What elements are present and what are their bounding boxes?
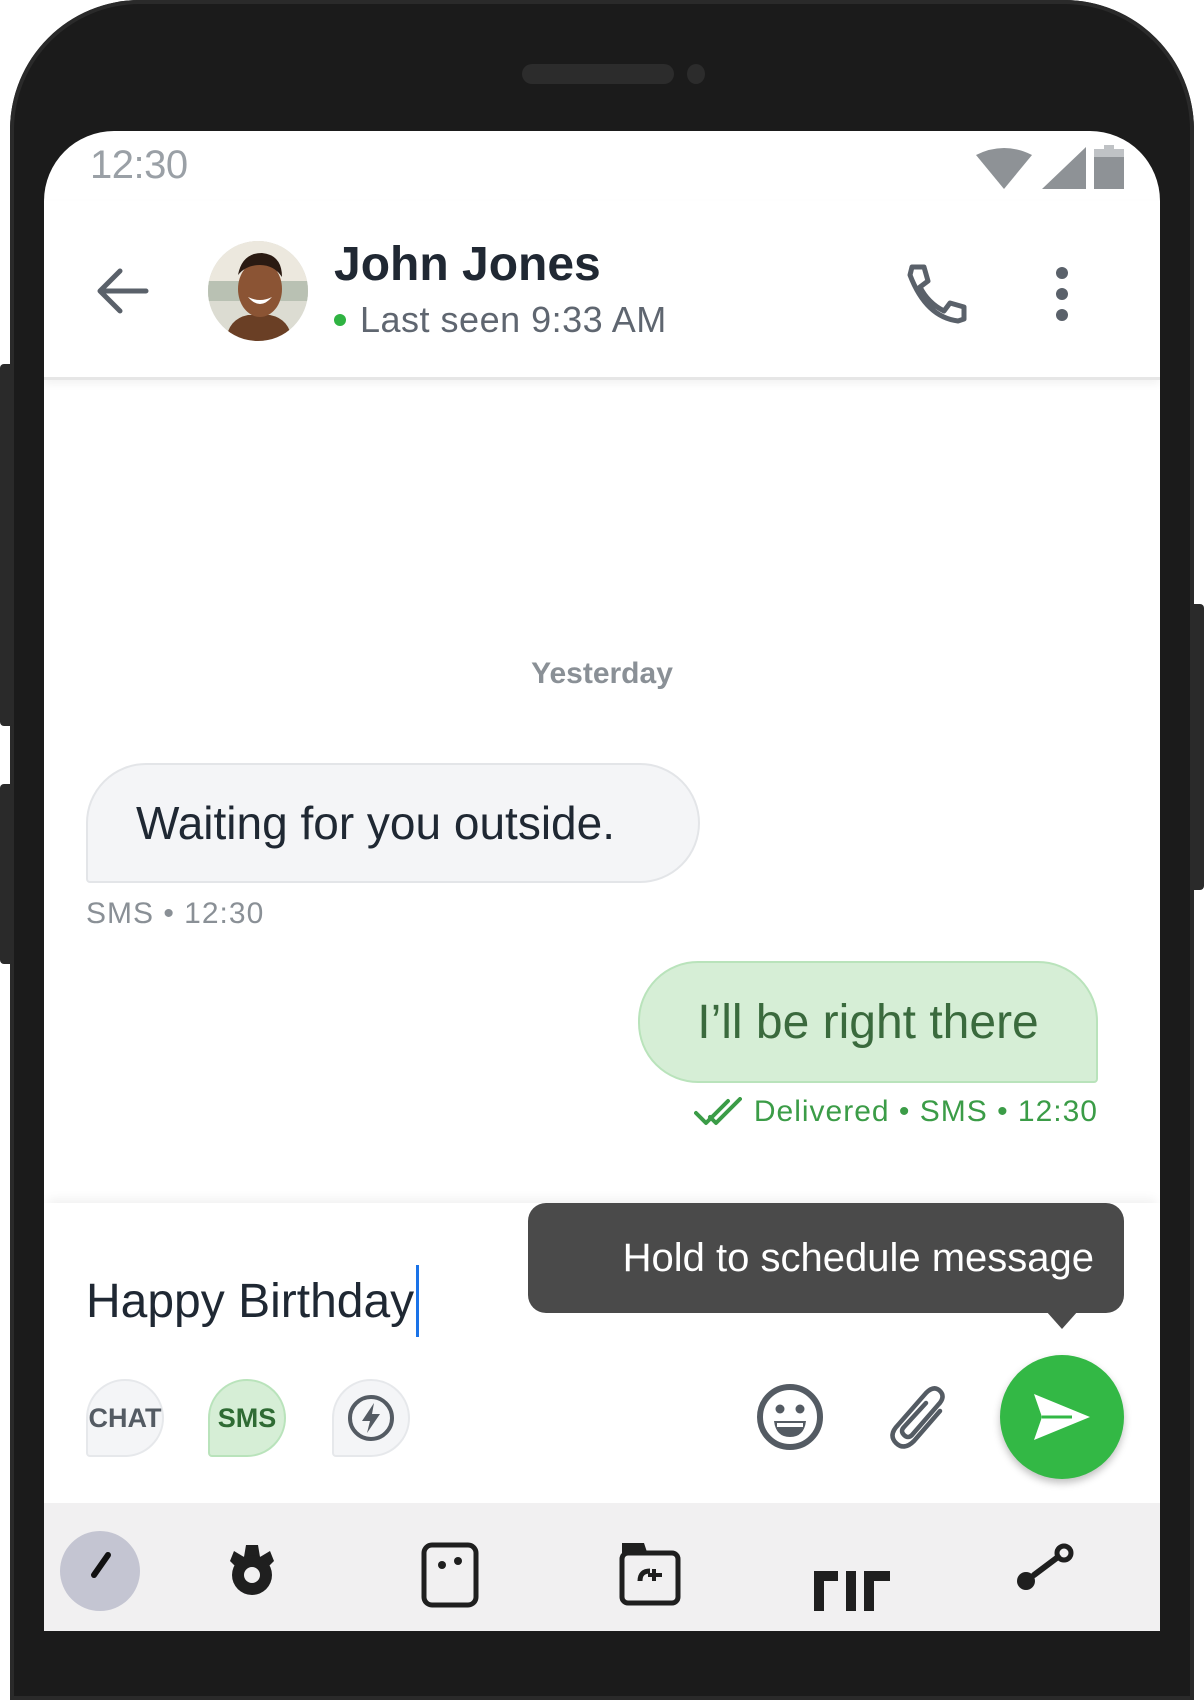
keyboard-share-button[interactable]: [1004, 1531, 1084, 1611]
keyboard-sticker-button[interactable]: [410, 1531, 490, 1611]
message-text: Waiting for you outside.: [136, 797, 615, 849]
front-camera: [687, 64, 705, 84]
send-icon: [1034, 1394, 1090, 1440]
outgoing-message-meta: Delivered • SMS • 12:30: [693, 1095, 1098, 1129]
sms-mode-label: SMS: [217, 1402, 277, 1433]
side-button: [0, 784, 14, 964]
chat-mode-chip[interactable]: CHAT: [86, 1379, 164, 1457]
conversation-header: John Jones Last seen 9:33 AM: [44, 201, 1160, 380]
power-button: [1190, 604, 1204, 890]
keyboard-gif-button[interactable]: [808, 1531, 908, 1611]
emoji-icon: [757, 1384, 823, 1450]
settings-gear-icon: [230, 1545, 274, 1595]
wifi-icon: [976, 148, 1032, 189]
message-input-value: Happy Birthday: [86, 1274, 415, 1328]
sticker-icon: [421, 1542, 479, 1608]
paperclip-icon: [890, 1386, 945, 1449]
delivery-status-text: Delivered • SMS • 12:30: [753, 1095, 1098, 1128]
arrow-left-icon: [97, 268, 149, 314]
presence-status: Last seen 9:33 AM: [334, 299, 667, 341]
keyboard-toolbar: [44, 1503, 1160, 1631]
sms-mode-chip[interactable]: SMS: [208, 1379, 286, 1457]
status-bar: 12:30: [44, 131, 1160, 201]
text-caret: [416, 1265, 420, 1337]
keyboard-translate-button[interactable]: [610, 1531, 690, 1611]
keyboard-settings-button[interactable]: [212, 1531, 292, 1611]
incoming-message-meta: SMS • 12:30: [86, 897, 265, 930]
date-separator: Yesterday: [531, 657, 673, 690]
tooltip-text: Hold to schedule message: [622, 1235, 1094, 1280]
double-check-icon: [693, 1097, 742, 1125]
volume-button: [0, 364, 14, 726]
chat-mode-label: CHAT: [88, 1402, 162, 1433]
back-button[interactable]: [92, 261, 152, 321]
gif-icon: [814, 1571, 890, 1611]
message-input[interactable]: Happy Birthday: [86, 1265, 420, 1337]
message-text: I’ll be right there: [697, 995, 1039, 1049]
attach-button[interactable]: [882, 1381, 954, 1453]
last-seen-text: Last seen 9:33 AM: [360, 299, 667, 340]
share-icon: [1017, 1543, 1074, 1590]
status-icons: [974, 145, 1124, 189]
schedule-tooltip: Hold to schedule message: [528, 1203, 1124, 1313]
earpiece-speaker: [522, 64, 674, 84]
keyboard-collapse-button[interactable]: [60, 1531, 140, 1611]
lightning-icon: [348, 1395, 394, 1441]
status-time: 12:30: [90, 143, 188, 187]
emoji-button[interactable]: [754, 1381, 826, 1453]
contact-name[interactable]: John Jones: [334, 237, 601, 292]
cellular-signal-icon: [1042, 147, 1086, 189]
flash-mode-chip[interactable]: [332, 1379, 410, 1457]
message-composer: Happy Birthday Hold to schedule message …: [44, 1203, 1160, 1503]
more-options-button[interactable]: [1044, 259, 1080, 329]
phone-screen: 12:30 John Jones Last seen 9:33 AM Yeste…: [44, 131, 1160, 1631]
contact-avatar[interactable]: [208, 241, 308, 341]
outgoing-message-bubble[interactable]: I’ll be right there: [638, 961, 1098, 1083]
send-button[interactable]: [1000, 1355, 1124, 1479]
chevron-back-icon: [91, 1552, 111, 1578]
call-button[interactable]: [902, 259, 972, 329]
incoming-message-bubble[interactable]: Waiting for you outside.: [86, 763, 700, 883]
battery-icon: [1094, 145, 1124, 189]
phone-icon: [907, 264, 967, 324]
avatar-photo: [208, 241, 308, 341]
translate-icon: [619, 1543, 681, 1606]
online-dot-icon: [334, 314, 346, 326]
more-vertical-icon: [1056, 267, 1068, 321]
tooltip-arrow: [1046, 1311, 1078, 1329]
